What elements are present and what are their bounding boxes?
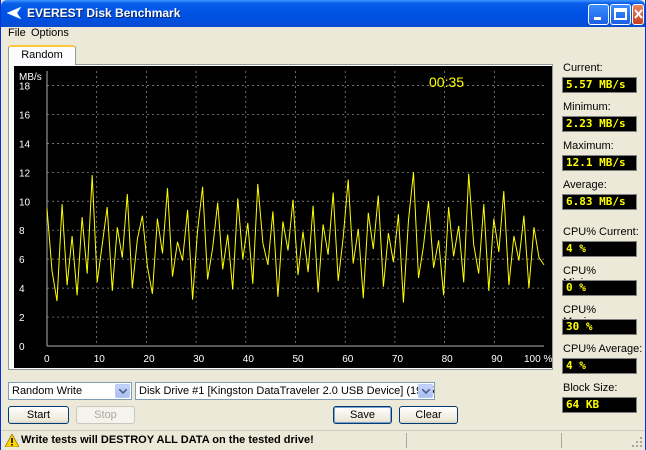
x-tick-label: 10	[94, 354, 106, 365]
maximize-button[interactable]	[610, 4, 631, 25]
block-size-label: Block Size:	[563, 382, 618, 394]
benchmark-window: EVEREST Disk Benchmark File Options Rand…	[0, 0, 646, 450]
x-tick-label: 70	[392, 354, 404, 365]
maximum-label: Maximum:	[563, 140, 614, 152]
drive-dropdown-button[interactable]	[418, 384, 433, 398]
chevron-down-icon	[422, 389, 430, 394]
y-tick-label: 16	[19, 110, 31, 121]
warning-icon	[5, 434, 19, 447]
test-type-select[interactable]: Random Write	[8, 382, 132, 400]
close-icon	[634, 9, 643, 19]
test-type-dropdown-button[interactable]	[115, 384, 130, 398]
resize-grip-icon[interactable]	[631, 436, 643, 448]
cpu-average-value: 4 %	[562, 358, 637, 374]
drive-value: Disk Drive #1 [Kingston DataTraveler 2.0…	[139, 385, 435, 397]
test-type-value: Random Write	[12, 385, 83, 397]
menu-bar: File Options	[1, 27, 645, 45]
cpu-current-value: 4 %	[562, 241, 637, 257]
y-tick-label: 2	[19, 313, 25, 324]
title-bar[interactable]: EVEREST Disk Benchmark	[1, 0, 645, 27]
x-tick-label: 20	[143, 354, 155, 365]
save-button[interactable]: Save	[333, 406, 392, 424]
x-tick-label: 40	[243, 354, 255, 365]
y-tick-label: 12	[19, 168, 31, 179]
y-tick-label: 6	[19, 255, 25, 266]
y-tick-label: 4	[19, 284, 25, 295]
average-value: 6.83 MB/s	[562, 194, 637, 210]
x-tick-label: 90	[491, 354, 503, 365]
y-axis-label: MB/s	[19, 72, 42, 83]
x-tick-label: 0	[44, 354, 50, 365]
minimize-icon	[594, 17, 601, 20]
start-button[interactable]: Start	[8, 406, 69, 424]
cpu-current-label: CPU% Current:	[563, 226, 639, 238]
x-tick-label: 80	[442, 354, 454, 365]
y-tick-label: 18	[19, 81, 31, 92]
tab-random-write[interactable]: Random Write	[8, 45, 76, 77]
stop-button[interactable]: Stop	[76, 406, 135, 424]
cpu-maximum-value: 30 %	[562, 319, 637, 335]
menu-file[interactable]: File	[8, 27, 26, 39]
x-tick-label: 100 %	[524, 354, 552, 365]
status-separator	[406, 433, 407, 448]
maximize-icon	[614, 8, 627, 20]
cpu-average-label: CPU% Average:	[563, 343, 643, 355]
y-tick-label: 14	[19, 139, 31, 150]
clear-button[interactable]: Clear	[399, 406, 458, 424]
status-separator	[561, 433, 562, 448]
average-label: Average:	[563, 179, 607, 191]
current-value: 5.57 MB/s	[562, 77, 637, 93]
minimize-button[interactable]	[588, 4, 609, 25]
menu-options[interactable]: Options	[31, 27, 69, 39]
minimum-label: Minimum:	[563, 101, 611, 113]
benchmark-chart: 0 2 4 6 8 10 12 14 16 18 0 10 20 30 40 50 60 70 80 90 100 % M…	[14, 66, 552, 368]
status-warning: Write tests will DESTROY ALL DATA on the…	[21, 434, 314, 446]
window-title: EVEREST Disk Benchmark	[27, 6, 181, 20]
status-bar: Write tests will DESTROY ALL DATA on the…	[1, 430, 645, 450]
y-tick-label: 0	[19, 342, 25, 353]
block-size-value: 64 KB	[562, 397, 637, 413]
app-icon	[7, 7, 21, 19]
elapsed-timer: 00:35	[429, 74, 464, 90]
cpu-minimum-value: 0 %	[562, 280, 637, 296]
x-tick-label: 30	[193, 354, 205, 365]
maximum-value: 12.1 MB/s	[562, 155, 637, 171]
close-button[interactable]	[632, 4, 644, 25]
x-tick-label: 60	[342, 354, 354, 365]
drive-select[interactable]: Disk Drive #1 [Kingston DataTraveler 2.0…	[135, 382, 435, 400]
y-tick-label: 10	[19, 197, 31, 208]
current-label: Current:	[563, 62, 603, 74]
y-tick-label: 8	[19, 226, 25, 237]
x-tick-label: 50	[293, 354, 305, 365]
chevron-down-icon	[119, 389, 127, 394]
minimum-value: 2.23 MB/s	[562, 116, 637, 132]
